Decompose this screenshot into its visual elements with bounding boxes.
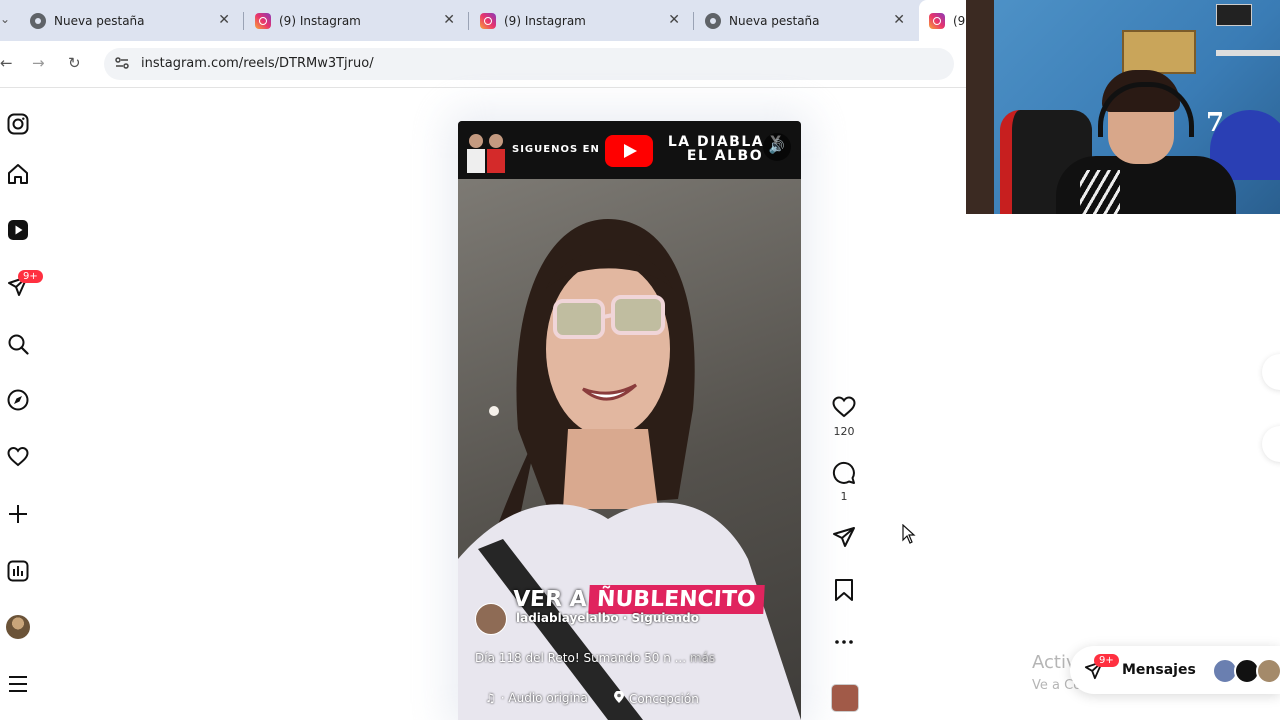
messages-label: Mensajes [1122,662,1196,678]
instagram-sidebar: 9+ [0,88,43,720]
reels-icon[interactable] [6,218,30,242]
tab-nueva-pestana-2[interactable]: Nueva pestaña ✕ [695,0,917,41]
instagram-icon [929,12,945,29]
audio-thumbnail[interactable] [831,684,859,712]
back-icon[interactable]: ← [0,54,13,72]
webcam-person-jersey [1056,156,1236,214]
instagram-icon [480,12,496,29]
forward-icon[interactable]: → [32,54,45,72]
reel-video-frame [458,179,801,720]
audio-label: · Audio origina [500,691,588,705]
profile-avatar-image [6,615,30,639]
music-note-icon: ♫ [485,691,496,705]
tab-title: Nueva pestaña [729,13,820,28]
instagram-logo-icon[interactable] [6,112,30,136]
close-icon[interactable]: ✕ [893,12,905,28]
reel-person-illustration [458,219,801,720]
reel-description-text: Día 118 del Reto! Sumando 50 n ... [475,651,687,665]
location-link[interactable]: Concepción [614,690,699,706]
comment-button[interactable] [832,461,856,485]
tab-title: (9 [953,13,966,28]
location-pin-icon [614,690,624,706]
tab-instagram-1[interactable]: (9) Instagram ✕ [245,0,467,41]
caption-overlay-right: ÑUBLENCITO [596,587,757,612]
close-icon[interactable]: ✕ [443,12,455,28]
conversation-avatar [1256,658,1280,684]
tab-instagram-2[interactable]: (9) Instagram ✕ [470,0,692,41]
address-bar[interactable]: instagram.com/reels/DTRMw3Tjruo/ [104,48,954,80]
browser-toolbar: ← → ↻ instagram.com/reels/DTRMw3Tjruo/ [0,41,966,88]
like-count: 120 [833,425,855,438]
webcam-wall [966,0,994,214]
banner-people-image [464,129,508,173]
tab-divider [693,12,694,30]
messages-icon[interactable]: 9+ [6,270,43,298]
volume-icon[interactable]: 🔊 [763,133,791,161]
save-button[interactable] [832,578,856,602]
tab-nueva-pestana-1[interactable]: Nueva pestaña ✕ [20,0,242,41]
chrome-icon [705,12,721,29]
more-icon [835,640,853,644]
reel-banner: SIGUENOS EN LA DIABLA Y EL ALBO 🔊 [458,121,801,179]
explore-icon[interactable] [6,388,30,412]
webcam-jersey-number: 7 [1206,108,1225,138]
share-icon [833,527,855,547]
profile-avatar[interactable] [6,615,30,639]
tab-title: Nueva pestaña [54,13,145,28]
chrome-icon [30,12,46,29]
comment-count: 1 [840,490,848,503]
webcam-wall-flag [1216,4,1252,26]
close-icon[interactable]: ✕ [218,12,230,28]
site-settings-icon[interactable] [114,55,130,75]
messages-bar[interactable]: 9+ Mensajes [1070,646,1280,694]
menu-icon[interactable] [6,672,30,696]
home-icon[interactable] [6,162,30,186]
audio-link[interactable]: ♫ · Audio origina [485,691,588,705]
messages-badge: 9+ [18,270,43,283]
reel-description[interactable]: Día 118 del Reto! Sumando 50 n ... más [475,651,715,665]
webcam-overlay: 7 [966,0,1280,214]
caption-overlay: VER A ÑUBLENCITO [512,585,765,614]
tab-search-chevron-icon[interactable]: ⌄ [0,12,10,26]
share-button[interactable] [832,525,856,549]
comment-icon [832,461,855,484]
more-link[interactable]: más [690,651,715,665]
create-plus-icon[interactable] [6,502,30,526]
reload-icon[interactable]: ↻ [68,54,81,72]
caption-overlay-left: VER A [512,587,588,612]
banner-follow-text: SIGUENOS EN [512,144,600,155]
close-icon[interactable]: ✕ [668,12,680,28]
search-icon[interactable] [6,332,30,356]
url-text: instagram.com/reels/DTRMw3Tjruo/ [141,56,374,71]
webcam-wall-plaque [1122,30,1196,74]
tab-title: (9) Instagram [279,13,361,28]
author-avatar[interactable] [475,603,507,635]
instagram-icon [255,12,271,29]
next-reel-button[interactable] [1262,426,1280,462]
author-name[interactable]: ladiablayelalbo · Siguiendo [516,611,699,625]
tab-divider [243,12,244,30]
previous-reel-button[interactable] [1262,354,1280,390]
more-options-button[interactable] [832,630,856,654]
tab-divider [468,12,469,30]
heart-icon [832,396,856,418]
webcam-shelf [1216,50,1280,56]
messages-bar-badge: 9+ [1094,654,1119,667]
dashboard-icon[interactable] [6,559,30,583]
like-button[interactable] [832,395,856,419]
tab-title: (9) Instagram [504,13,586,28]
youtube-icon [605,135,653,167]
bookmark-icon [835,579,853,601]
location-label: Concepción [629,691,699,706]
reel-video[interactable]: SIGUENOS EN LA DIABLA Y EL ALBO 🔊 VER A … [458,121,801,720]
notifications-heart-icon[interactable] [6,445,30,469]
mouse-cursor-icon [902,523,916,548]
